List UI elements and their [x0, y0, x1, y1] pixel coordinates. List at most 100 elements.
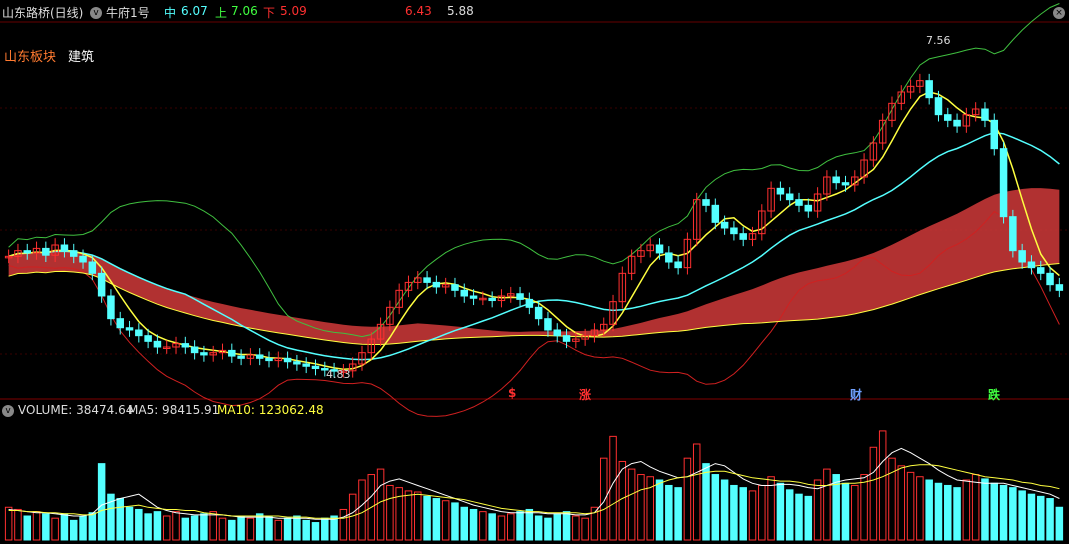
low-price-label: 4.83: [326, 368, 351, 381]
volume-bar: [321, 517, 329, 541]
volume-bar: [516, 511, 524, 541]
candle-body: [776, 187, 785, 195]
volume-bar: [525, 508, 534, 541]
volume-bar: [1018, 490, 1026, 541]
event-marker-fall[interactable]: 跌: [988, 386, 1000, 403]
event-marker-rise[interactable]: 涨: [579, 386, 591, 403]
volume-bar: [497, 515, 506, 541]
volume-bar: [599, 457, 608, 541]
ma5-line: [8, 91, 1060, 370]
volume-bar: [395, 487, 403, 541]
chevron-down-icon[interactable]: v: [90, 7, 102, 19]
volume-bar: [720, 479, 729, 541]
volume-bar: [14, 508, 22, 541]
volume-bar: [348, 493, 357, 541]
volume-bar: [283, 517, 292, 541]
volume-bar: [414, 491, 422, 541]
volume-bar: [32, 511, 41, 541]
volume-bar: [274, 519, 283, 541]
stock-title[interactable]: 山东路桥(日线): [2, 4, 83, 21]
volume-bar: [944, 484, 952, 541]
volume-bar: [162, 515, 171, 541]
volume-bar: [423, 495, 431, 541]
indicator-name[interactable]: 牛府1号: [106, 4, 150, 21]
volume-bar: [795, 493, 803, 541]
high-price-label: 7.56: [926, 34, 951, 47]
volume-bar: [88, 512, 97, 541]
volume-bar: [255, 513, 264, 541]
event-marker-dollar[interactable]: $: [508, 386, 516, 400]
volume-bar: [376, 468, 385, 541]
candle-body: [200, 352, 208, 356]
volume-bar: [851, 484, 859, 541]
candle-body: [228, 349, 236, 357]
volume-bar: [302, 519, 310, 541]
down-label: 下: [263, 6, 276, 20]
extra-value-b: 5.88: [447, 4, 474, 18]
volume-bar: [953, 487, 961, 541]
candle-body: [1018, 250, 1026, 263]
cloud-band: [8, 188, 1060, 345]
candle-body: [79, 255, 87, 263]
volume-bar: [534, 515, 543, 541]
candle-body: [525, 298, 534, 308]
volume-bar: [702, 463, 710, 541]
volume-bar: [144, 513, 152, 541]
mid-value: 6.07: [181, 4, 208, 18]
volume-ma5-line: [8, 447, 1060, 520]
candle-body: [88, 261, 97, 274]
volume-bar: [888, 457, 896, 541]
candle-body: [1009, 216, 1017, 252]
candle-body: [23, 250, 31, 254]
volume-bar: [544, 517, 552, 541]
extra-value-a: 6.43: [405, 4, 432, 18]
volume-bar: [1027, 493, 1036, 541]
volume-bar: [181, 517, 190, 541]
candle-body: [711, 204, 720, 223]
candle-body: [720, 221, 729, 229]
candle-body: [1027, 261, 1036, 269]
volume-bar: [51, 517, 59, 541]
volume-bar: [683, 457, 692, 541]
chevron-down-icon[interactable]: v: [2, 405, 14, 417]
volume-bar: [200, 513, 208, 541]
candle-body: [153, 340, 162, 348]
volume-bar: [748, 490, 757, 541]
close-icon[interactable]: ×: [1053, 7, 1065, 19]
volume-bar: [981, 478, 989, 541]
volume-bar: [572, 515, 580, 541]
candle-body: [1037, 267, 1045, 274]
candle-body: [237, 355, 245, 359]
candle-body: [553, 329, 561, 337]
volume-bar: [469, 508, 478, 541]
volume-bar: [627, 468, 636, 541]
region-tag[interactable]: 山东板块: [4, 46, 56, 65]
up-label: 上: [215, 6, 228, 20]
candle-body: [739, 233, 747, 240]
event-marker-finance[interactable]: 财: [850, 386, 862, 403]
volume-bar: [674, 487, 682, 541]
candle-body: [544, 318, 552, 331]
candle-body: [655, 244, 664, 254]
up-value: 7.06: [231, 4, 258, 18]
volume-bar: [916, 476, 924, 541]
volume-bar: [451, 502, 459, 541]
industry-tag[interactable]: 建筑: [68, 46, 94, 65]
candle-body: [516, 293, 524, 300]
candle-body: [432, 281, 441, 288]
candle-body: [1055, 284, 1064, 291]
volume-bar: [767, 476, 775, 541]
volume-bar: [739, 487, 747, 541]
candle-body: [953, 119, 961, 127]
volume-bar: [432, 498, 441, 541]
candle-body: [190, 346, 199, 354]
volume-bar: [906, 471, 915, 541]
candle-body: [116, 318, 124, 329]
candle-body: [944, 114, 952, 121]
volume-bar: [265, 515, 273, 541]
candle-body: [674, 261, 682, 269]
candle-body: [1046, 272, 1054, 286]
candle-body: [265, 357, 273, 362]
volume-bar: [655, 479, 664, 541]
volume-bar: [479, 511, 487, 541]
